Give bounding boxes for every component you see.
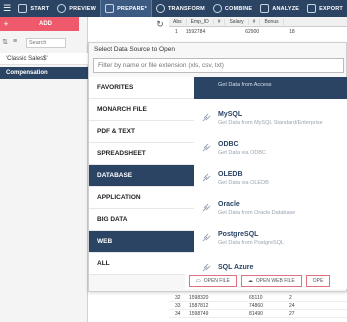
plug-icon [194, 77, 218, 99]
workspace-item-compensation[interactable]: Compensation [0, 67, 88, 79]
plus-icon: + [3, 19, 9, 29]
plug-icon [194, 193, 218, 223]
row-number: 32 [175, 295, 181, 301]
category-all[interactable]: ALL [89, 253, 194, 275]
source-sql-azure[interactable]: SQL Azure [194, 253, 347, 273]
category-spreadsheet[interactable]: SPREADSHEET [89, 143, 194, 165]
category-application[interactable]: APPLICATION [89, 187, 194, 209]
filter-icon[interactable]: ≡ [10, 38, 20, 48]
start-icon [18, 4, 28, 13]
analyze-icon [260, 4, 270, 13]
row-number: 1 [175, 28, 178, 35]
column-header[interactable]: Salary [225, 18, 249, 25]
grid-header: Abs Emp_ID # Salary # Bonus [169, 17, 347, 27]
folder-icon: ▭ [196, 278, 201, 284]
category-list: FAVORITES MONARCH FILE PDF & TEXT SPREAD… [89, 77, 194, 275]
open-web-file-button[interactable]: ☁ OPEN WEB FILE [240, 275, 302, 287]
source-mysql[interactable]: MySQL Get Data from MySQL Standard/Enter… [194, 103, 347, 133]
table-row: 1 1592784 62900 18 [169, 27, 347, 36]
select-data-source-dialog: Select Data Source to Open FAVORITES MON… [88, 42, 347, 292]
row-number: 33 [175, 303, 181, 309]
cell-emp-id: 1598320 [189, 295, 209, 301]
table-row: 33 1587812 74860 24 [169, 302, 347, 310]
open-file-button[interactable]: ▭ OPEN FILE [189, 275, 237, 287]
toolbar-start[interactable]: START [14, 0, 53, 17]
toolbar-preview[interactable]: PREVIEW [53, 0, 100, 17]
source-access[interactable]: Get Data from Access [194, 77, 347, 99]
cell-bonus: 18 [289, 28, 295, 35]
left-panel: + ADD ⇅ ≡ 'Classic Sales$' Compensation [0, 17, 88, 322]
plug-icon [194, 163, 218, 193]
cell-emp-id: 1587812 [189, 303, 209, 309]
add-button[interactable]: + ADD [0, 17, 79, 31]
preview-icon [57, 4, 67, 13]
category-monarch-file[interactable]: MONARCH FILE [89, 99, 194, 121]
cell-bonus: 24 [289, 303, 295, 309]
source-odbc[interactable]: ODBC Get Data via ODBC [194, 133, 347, 163]
cell-emp-id: 1598749 [189, 311, 209, 317]
cell-bonus: 2 [289, 295, 292, 301]
prepare-icon [105, 4, 115, 13]
toolbar-combine[interactable]: COMBINE [209, 0, 256, 17]
workspace-item-classic-sales[interactable]: 'Classic Sales$' [0, 53, 88, 65]
sort-icon[interactable]: ⇅ [0, 38, 10, 48]
toolbar-analyze[interactable]: ANALYZE [256, 0, 303, 17]
plug-icon [194, 223, 218, 253]
category-database[interactable]: DATABASE [89, 165, 194, 187]
category-web[interactable]: WEB [89, 231, 194, 253]
column-header[interactable]: # [249, 18, 261, 25]
filter-input[interactable] [93, 58, 344, 73]
cell-bonus: 27 [289, 311, 295, 317]
row-number: 34 [175, 311, 181, 317]
cell-emp-id: 1592784 [185, 28, 206, 35]
source-oracle[interactable]: Oracle Get Data from Oracle Database [194, 193, 347, 223]
transform-icon [155, 4, 165, 13]
dialog-title: Select Data Source to Open [94, 46, 175, 53]
table-row: 32 1598320 65110 2 [169, 294, 347, 302]
plug-icon [194, 253, 218, 273]
dialog-button-bar: ▭ OPEN FILE ☁ OPEN WEB FILE OPE [185, 273, 347, 289]
export-icon [307, 4, 317, 13]
cell-salary: 81490 [249, 311, 263, 317]
cloud-icon: ☁ [247, 278, 253, 284]
source-oledb[interactable]: OLEDB Get Data via OLEDB [194, 163, 347, 193]
hamburger-menu-icon[interactable]: ☰ [0, 0, 14, 17]
search-row: ⇅ ≡ [0, 37, 88, 49]
table-row: 34 1598749 81490 27 [169, 310, 347, 318]
category-big-data[interactable]: BIG DATA [89, 209, 194, 231]
open-other-button[interactable]: OPE [305, 275, 331, 287]
plug-icon [194, 133, 218, 163]
source-postgresql[interactable]: PostgreSQL Get Data from PostgreSQL [194, 223, 347, 253]
toolbar-export[interactable]: EXPORT [303, 0, 347, 17]
plug-icon [194, 103, 218, 133]
toolbar-prepare[interactable]: PREPARE* [100, 0, 152, 17]
search-input[interactable] [26, 38, 66, 48]
cell-salary: 62900 [245, 28, 260, 35]
column-header[interactable]: Bonus [260, 18, 284, 25]
source-list: Get Data from Access MySQL Get Data from… [194, 77, 347, 273]
category-favorites[interactable]: FAVORITES [89, 77, 194, 99]
refresh-icon[interactable]: ↻ [154, 19, 166, 31]
combine-icon [212, 4, 222, 13]
category-pdf-text[interactable]: PDF & TEXT [89, 121, 194, 143]
column-header[interactable]: Emp_ID [187, 18, 214, 25]
main-toolbar: ☰ START PREVIEW PREPARE* TRANSFORM COMBI… [0, 0, 347, 17]
toolbar-transform[interactable]: TRANSFORM [152, 0, 209, 17]
column-header[interactable]: Abs [169, 18, 187, 25]
cell-salary: 65110 [249, 295, 263, 301]
column-header[interactable]: # [214, 18, 226, 25]
cell-salary: 74860 [249, 303, 263, 309]
